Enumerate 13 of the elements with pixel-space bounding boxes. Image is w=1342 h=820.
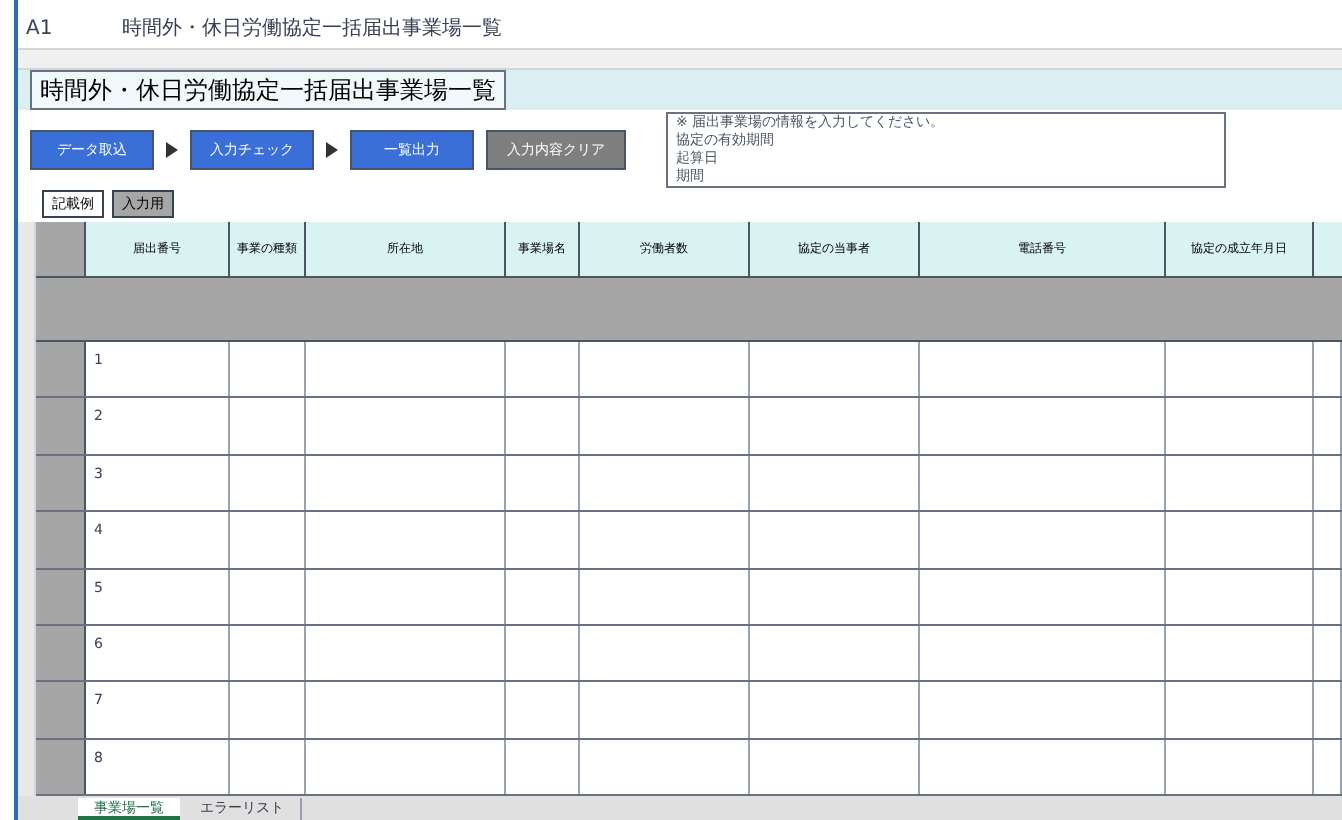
row-label-cell xyxy=(36,455,86,511)
row-label-cell xyxy=(36,739,86,794)
row-label-cell xyxy=(36,682,86,738)
formula-text[interactable]: 時間外・休日労働協定一括届出事業場一覧 xyxy=(122,14,502,44)
arrow-icon xyxy=(326,142,338,158)
arrow-icon xyxy=(166,142,178,158)
row-label-cell xyxy=(36,342,86,397)
row-label-cell xyxy=(36,398,86,454)
row-label-cell xyxy=(36,512,86,567)
row-label-cell xyxy=(36,625,86,681)
sheet-title: 時間外・休日労働協定一括届出事業場一覧 xyxy=(30,70,506,110)
cell-reference[interactable]: A1 xyxy=(26,14,106,44)
row-label-cell xyxy=(36,569,86,624)
